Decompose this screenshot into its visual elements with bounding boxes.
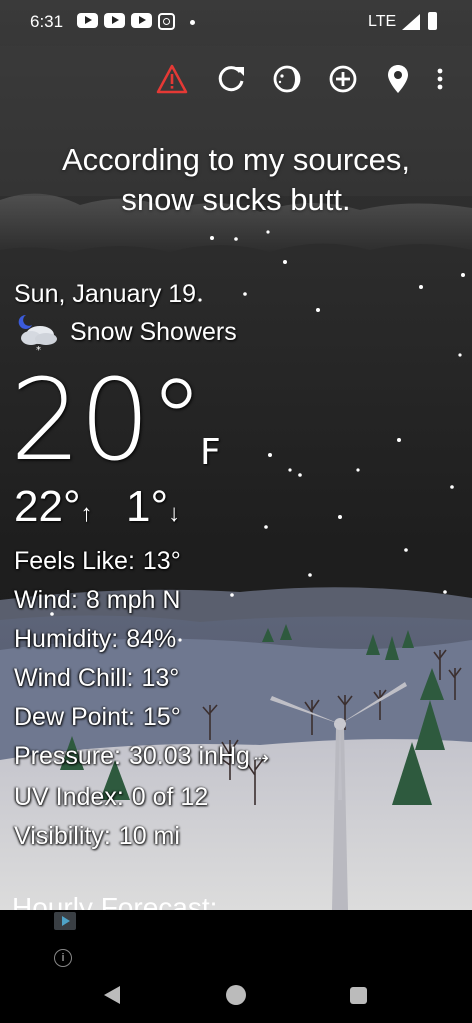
more-vert-icon[interactable] <box>430 62 450 96</box>
current-temperature: 20° <box>10 356 205 486</box>
detail-humidity: Humidity: 84% <box>14 620 269 659</box>
headline-line-2: snow sucks butt. <box>121 182 351 217</box>
detail-dew-point: Dew Point: 15° <box>14 698 269 737</box>
add-location-icon[interactable] <box>326 62 360 96</box>
info-icon[interactable]: i <box>54 949 72 967</box>
feels-like-value: 13° <box>142 547 181 575</box>
headline: According to my sources, snow sucks butt… <box>0 140 472 220</box>
wind-chill-value: 13° <box>141 664 180 692</box>
arrow-down-icon: ↓ <box>168 500 181 527</box>
pressure-trend-icon: ⇢ <box>253 748 270 768</box>
notification-icons <box>77 13 175 30</box>
high-temperature: 22°↑ <box>14 482 93 532</box>
detail-wind-chill: Wind Chill: 13° <box>14 659 269 698</box>
detail-visibility: Visibility: 10 mi <box>14 817 269 856</box>
youtube-icon <box>104 13 125 28</box>
wind-label: Wind: <box>14 586 78 614</box>
detail-uv-index: UV Index: 0 of 12 <box>14 778 269 817</box>
hourly-forecast-section: Hourly Forecast: <box>0 880 472 910</box>
detail-wind: Wind: 8 mph N <box>14 581 269 620</box>
dot-icon <box>190 20 195 25</box>
app-toolbar <box>0 52 472 108</box>
visibility-label: Visibility: <box>14 822 111 850</box>
uv-label: UV Index: <box>14 783 124 811</box>
detail-feels-like: Feels Like: 13° <box>14 542 269 581</box>
arrow-up-icon: ↑ <box>80 500 93 527</box>
instagram-icon <box>158 13 175 30</box>
visibility-value: 10 mi <box>118 822 180 850</box>
night-snow-showers-icon: * <box>18 314 57 355</box>
moon-phase-icon[interactable] <box>270 62 304 96</box>
high-value: 22° <box>14 482 81 531</box>
headline-line-1: According to my sources, <box>61 142 411 177</box>
low-value: 1° <box>126 482 169 531</box>
battery-icon <box>428 12 437 30</box>
location-pin-icon[interactable] <box>381 62 415 96</box>
back-icon[interactable] <box>104 986 120 1004</box>
recent-apps-icon[interactable] <box>350 987 367 1004</box>
wind-value: 8 mph N <box>85 586 181 614</box>
humidity-label: Humidity: <box>14 625 119 653</box>
refresh-icon[interactable] <box>214 62 248 96</box>
feels-like-label: Feels Like: <box>14 547 135 575</box>
network-type: LTE <box>368 13 397 30</box>
ad-banner[interactable]: i <box>0 910 472 978</box>
wind-chill-label: Wind Chill: <box>14 664 134 692</box>
svg-text:*: * <box>36 345 41 355</box>
current-date: Sun, January 19 <box>14 280 197 308</box>
temperature-unit[interactable]: F <box>200 432 221 473</box>
youtube-icon <box>77 13 98 28</box>
hourly-forecast-heading: Hourly Forecast: <box>12 892 218 910</box>
youtube-icon <box>131 13 152 28</box>
home-icon[interactable] <box>226 985 246 1005</box>
weather-screen: 6:31 LTE According to my sources, snow s… <box>0 0 472 1023</box>
status-bar: 6:31 LTE <box>0 0 472 46</box>
detail-pressure: Pressure: 30.03 inHg ⇢ <box>14 737 269 778</box>
uv-value: 0 of 12 <box>131 783 209 811</box>
signal-icon <box>402 14 420 30</box>
dew-point-value: 15° <box>142 703 181 731</box>
pressure-value: 30.03 inHg <box>128 742 250 770</box>
weather-details: Feels Like: 13° Wind: 8 mph N Humidity: 84%… <box>14 542 269 856</box>
system-nav-bar <box>0 972 472 1023</box>
condition-text: Snow Showers <box>70 318 237 346</box>
humidity-value: 84% <box>126 625 177 653</box>
ad-choices-icon[interactable] <box>54 912 76 930</box>
pressure-label: Pressure: <box>14 742 121 770</box>
low-temperature: 1°↓ <box>126 482 180 532</box>
alert-warning-icon[interactable] <box>155 62 189 96</box>
dew-point-label: Dew Point: <box>14 703 135 731</box>
status-time: 6:31 <box>30 12 64 31</box>
